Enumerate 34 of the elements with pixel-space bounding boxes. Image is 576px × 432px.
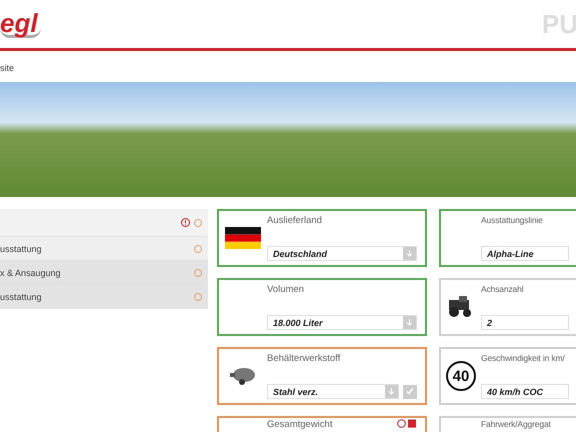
card-title: Volumen: [267, 284, 304, 295]
select-field[interactable]: Alpha-Line: [481, 246, 569, 261]
card-title: Achsanzahl: [481, 284, 524, 294]
sidebar-item[interactable]: usstattung: [0, 285, 208, 309]
select-field[interactable]: 40 km/h COC: [481, 384, 569, 399]
card-title: Geschwindigkeit in km/: [481, 353, 565, 363]
tank-icon: [230, 367, 256, 385]
breadcrumb-link[interactable]: site: [0, 63, 14, 73]
sidebar-item[interactable]: x & Ansaugung: [0, 261, 208, 285]
arrow-down-icon: [406, 319, 413, 326]
dropdown-button[interactable]: [385, 385, 398, 398]
card-title: Fahrwerk/Aggregat: [481, 419, 551, 429]
arrow-down-icon: [406, 250, 413, 257]
select-field[interactable]: 18.000 Liter: [267, 315, 417, 330]
sidebar-label: x & Ansaugung: [0, 268, 61, 278]
arrow-down-icon: [388, 388, 395, 395]
brand-logo[interactable]: egl: [0, 10, 41, 38]
sidebar-label: usstattung: [0, 244, 42, 254]
speed-limit-sign: 40: [446, 361, 476, 391]
card-title: Auslieferland: [267, 215, 322, 226]
flag-icon: [225, 227, 261, 249]
dropdown-button[interactable]: [403, 316, 416, 329]
sidebar-item[interactable]: usstattung: [0, 237, 208, 261]
card-title: Behälterwerkstoff: [267, 353, 340, 364]
select-field[interactable]: 2: [481, 315, 569, 330]
card-title: Ausstattungslinie: [481, 215, 543, 225]
card-title: Gesamtgewicht: [267, 419, 332, 430]
dropdown-button[interactable]: [403, 247, 416, 260]
select-field[interactable]: Stahl verz.: [267, 384, 399, 399]
select-field[interactable]: Deutschland: [267, 246, 417, 261]
sidebar-item[interactable]: [0, 209, 208, 237]
confirm-button[interactable]: [403, 384, 417, 398]
check-icon: [406, 388, 414, 395]
sidebar-label: usstattung: [0, 292, 42, 302]
